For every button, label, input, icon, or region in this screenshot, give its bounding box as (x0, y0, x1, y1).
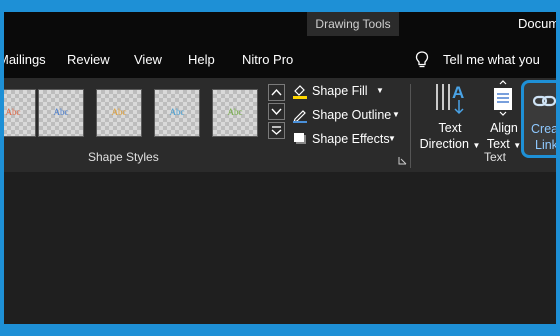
create-link-label-line2: Link (535, 138, 558, 152)
text-direction-button[interactable]: A Text Direction ▼ (418, 80, 482, 154)
lightbulb-icon (415, 51, 429, 68)
pen-outline-icon (293, 110, 307, 123)
chevron-up-icon (271, 88, 282, 96)
align-text-icon (494, 80, 512, 116)
text-direction-icon: A (436, 83, 464, 115)
caret-down-icon: ▼ (388, 134, 396, 143)
gallery-scroll-up-button[interactable] (268, 84, 285, 101)
shape-styles-group-label: Shape Styles (88, 150, 159, 164)
gallery-more-button[interactable] (268, 122, 285, 139)
create-link-label: Creat Link (531, 121, 560, 153)
drawing-tools-header: Drawing Tools (307, 12, 399, 36)
text-direction-label-line2: Direction ▼ (419, 137, 481, 151)
gallery-scroll-down-button[interactable] (268, 103, 285, 120)
paint-bucket-icon (293, 85, 307, 99)
shape-effects-icon (294, 133, 306, 144)
document-area (0, 172, 560, 324)
thumbnail-text: Abc (169, 107, 185, 117)
shape-style-thumbnail[interactable]: Abc (38, 89, 84, 137)
align-text-label-line1: Align (490, 121, 518, 135)
align-text-button[interactable]: Align Text ▼ (484, 80, 524, 154)
tab-mailings[interactable]: Mailings (0, 42, 46, 78)
tell-me-search[interactable]: Tell me what you war (443, 42, 560, 103)
document-title: Docum (518, 16, 560, 31)
svg-text:A: A (452, 83, 464, 102)
title-bar (0, 12, 560, 42)
shape-style-thumbnail[interactable]: Abc (96, 89, 142, 137)
shape-style-thumbnail[interactable]: Abc (212, 89, 258, 137)
shape-style-thumbnail[interactable]: Abc (154, 89, 200, 137)
thumbnail-text: Abc (53, 107, 69, 117)
thumbnail-text: Abc (111, 107, 127, 117)
thumbnail-text: Abc (227, 107, 243, 117)
caret-down-icon: ▼ (392, 110, 400, 119)
tab-help[interactable]: Help (188, 42, 215, 78)
shape-fill-label: Shape Fill (312, 84, 368, 98)
tab-view[interactable]: View (134, 42, 162, 78)
create-link-button[interactable]: Creat Link (521, 80, 560, 158)
more-dropdown-icon (271, 126, 282, 135)
dialog-launcher-icon[interactable] (398, 156, 407, 165)
chevron-down-icon (271, 108, 282, 116)
group-divider (410, 84, 411, 168)
tab-nitro-pro[interactable]: Nitro Pro (242, 42, 293, 78)
shape-style-thumbnail[interactable]: Abc (0, 89, 36, 137)
chain-link-icon (532, 95, 557, 107)
text-direction-label-line1: Text (438, 121, 462, 135)
shape-outline-label: Shape Outline (312, 108, 392, 122)
caret-down-icon: ▼ (376, 86, 384, 95)
create-link-label-line1: Creat (531, 122, 560, 136)
shape-effects-label: Shape Effects (312, 132, 390, 146)
text-group-label: Text (484, 150, 507, 164)
tab-review[interactable]: Review (67, 42, 110, 78)
thumbnail-text: Abc (5, 107, 21, 117)
